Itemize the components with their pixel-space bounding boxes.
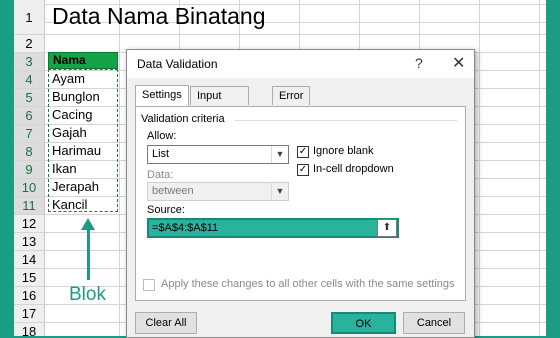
row-number[interactable]: 16 [14, 287, 44, 305]
section-divider [235, 120, 457, 121]
name-cell[interactable]: Kancil [52, 196, 87, 214]
row-header-column: 1 2 3 4 5 6 7 8 9 10 11 12 13 14 15 16 1… [14, 0, 45, 336]
source-input[interactable]: =$A$4:$A$11 [147, 218, 399, 238]
dialog-titlebar[interactable]: Data Validation ? ✕ [127, 50, 474, 78]
chevron-down-icon[interactable]: ▼ [271, 146, 288, 163]
row-number[interactable]: 17 [14, 305, 44, 323]
data-dropdown[interactable]: between ▼ [147, 182, 289, 201]
apply-all-checkbox[interactable] [143, 279, 155, 291]
cancel-button[interactable]: Cancel [403, 312, 465, 334]
allow-label: Allow: [147, 130, 177, 142]
help-icon[interactable]: ? [415, 55, 423, 71]
row-number[interactable]: 2 [14, 35, 44, 53]
row-number[interactable]: 4 [14, 71, 44, 89]
chevron-down-icon[interactable]: ▼ [271, 183, 288, 200]
row-number[interactable]: 6 [14, 107, 44, 125]
name-cell[interactable]: Jerapah [52, 178, 99, 196]
annotation-label: Blok [69, 284, 106, 305]
row-number[interactable]: 14 [14, 251, 44, 269]
ignore-blank-checkbox[interactable]: ✓ [297, 146, 309, 158]
row-number[interactable]: 12 [14, 215, 44, 233]
data-value: between [152, 185, 194, 197]
clear-all-button[interactable]: Clear All [135, 312, 197, 334]
name-cell[interactable]: Gajah [52, 124, 87, 142]
row-number[interactable]: 15 [14, 269, 44, 287]
header-cell-nama[interactable]: Nama [48, 52, 118, 69]
collapse-dialog-icon[interactable]: ⬆ [377, 219, 397, 237]
arrow-shaft [87, 228, 90, 280]
close-icon[interactable]: ✕ [452, 53, 465, 73]
data-validation-dialog: Data Validation ? ✕ Settings Input Messa… [126, 49, 475, 338]
dialog-title: Data Validation [137, 57, 218, 71]
allow-dropdown[interactable]: List ▼ [147, 145, 289, 164]
name-cell[interactable]: Bunglon [52, 88, 100, 106]
tab-input-message[interactable]: Input Message [190, 86, 249, 121]
row-number[interactable]: 3 [14, 53, 44, 71]
row-number[interactable]: 13 [14, 233, 44, 251]
row-number[interactable]: 9 [14, 161, 44, 179]
name-cell[interactable]: Ikan [52, 160, 77, 178]
allow-value: List [152, 148, 170, 160]
data-label: Data: [147, 169, 174, 181]
in-cell-dropdown-label[interactable]: In-cell dropdown [313, 163, 394, 175]
row-number[interactable]: 18 [14, 323, 44, 336]
row-number[interactable]: 11 [14, 197, 44, 215]
sheet-title-cell[interactable]: Data Nama Binatang [52, 3, 266, 30]
tab-error-alert[interactable]: Error Alert [272, 86, 311, 121]
validation-criteria-heading: Validation criteria [141, 113, 225, 125]
row-number[interactable]: 10 [14, 179, 44, 197]
tab-settings[interactable]: Settings [135, 85, 189, 106]
row-number[interactable]: 7 [14, 125, 44, 143]
apply-all-label: Apply these changes to all other cells w… [161, 278, 455, 290]
source-label: Source: [147, 204, 185, 216]
row-number[interactable]: 1 [14, 0, 44, 35]
row-number[interactable]: 8 [14, 143, 44, 161]
name-cell[interactable]: Cacing [52, 106, 92, 124]
row-number[interactable]: 5 [14, 89, 44, 107]
in-cell-dropdown-checkbox[interactable]: ✓ [297, 164, 309, 176]
ok-button[interactable]: OK [331, 312, 396, 334]
ignore-blank-label[interactable]: Ignore blank [313, 145, 374, 157]
name-cell[interactable]: Ayam [52, 70, 85, 88]
name-cell[interactable]: Harimau [52, 142, 101, 160]
